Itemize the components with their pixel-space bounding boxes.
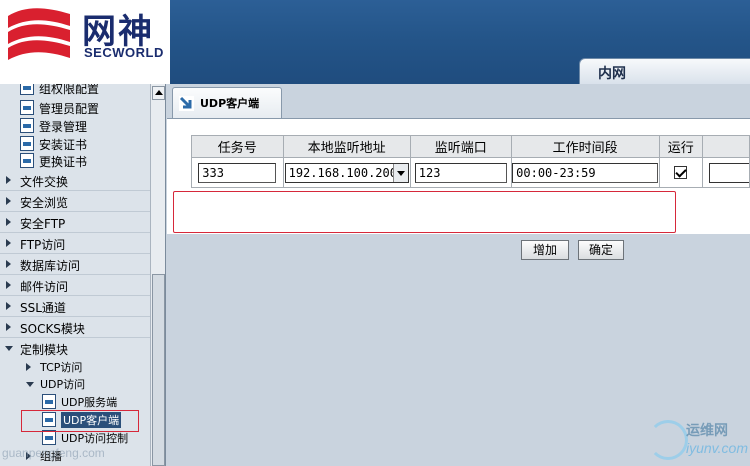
cell-local-address: 192.168.100.200 bbox=[282, 157, 411, 188]
cell-time-range bbox=[510, 157, 660, 188]
watermark-en: iyunv.com bbox=[686, 440, 748, 456]
task-no-input[interactable] bbox=[198, 162, 277, 183]
sidebar-section-custom-module[interactable]: 定制模块 bbox=[0, 338, 150, 359]
expand-arrow-icon bbox=[6, 281, 11, 289]
document-icon bbox=[20, 118, 34, 133]
expand-arrow-icon bbox=[26, 363, 31, 371]
cell-extra bbox=[701, 157, 750, 188]
watermark-ring-icon bbox=[648, 420, 688, 460]
expand-arrow-icon bbox=[6, 323, 11, 331]
logo-mark-icon bbox=[8, 8, 70, 60]
sidebar-section-file-exchange[interactable]: 文件交换 bbox=[0, 170, 150, 191]
expand-arrow-icon bbox=[6, 302, 11, 310]
document-icon bbox=[20, 136, 34, 151]
content-area: 任务号 本地监听地址 监听端口 工作时间段 运行 192.168.100.200 bbox=[167, 118, 750, 260]
expand-arrow-icon bbox=[6, 218, 11, 226]
document-icon bbox=[42, 430, 56, 445]
listen-port-input[interactable] bbox=[414, 162, 507, 183]
extra-input[interactable] bbox=[708, 162, 749, 183]
document-icon bbox=[20, 84, 34, 95]
column-header-listen-port: 监听端口 bbox=[409, 135, 512, 158]
collapse-arrow-icon bbox=[26, 382, 34, 387]
scroll-up-arrow-icon[interactable] bbox=[152, 86, 165, 100]
add-button[interactable]: 增加 bbox=[521, 240, 569, 260]
expand-arrow-icon bbox=[6, 176, 11, 184]
sidebar-section-ftp-access[interactable]: FTP访问 bbox=[0, 233, 150, 254]
column-header-time-range: 工作时间段 bbox=[510, 135, 660, 158]
column-header-task-no: 任务号 bbox=[191, 135, 284, 158]
watermark: 运维网 iyunv.com bbox=[648, 418, 750, 466]
task-table: 任务号 本地监听地址 监听端口 工作时间段 运行 192.168.100.200 bbox=[191, 135, 750, 188]
local-address-select[interactable]: 192.168.100.200 bbox=[284, 162, 409, 183]
cell-listen-port bbox=[409, 157, 512, 188]
tab-strip: UDP客户端 bbox=[167, 84, 750, 118]
tab-label: UDP客户端 bbox=[200, 97, 260, 110]
selected-item-highlight bbox=[21, 410, 139, 432]
sidebar-section-ssl-tunnel[interactable]: SSL通道 bbox=[0, 296, 150, 317]
column-header-extra bbox=[701, 135, 750, 158]
time-range-input[interactable] bbox=[512, 162, 659, 183]
run-checkbox[interactable] bbox=[674, 166, 688, 179]
row-highlight-box bbox=[173, 191, 676, 233]
tab-udp-client[interactable]: UDP客户端 bbox=[172, 87, 282, 118]
dropdown-arrow-icon[interactable] bbox=[392, 163, 408, 182]
sidebar-section-secure-ftp[interactable]: 安全FTP bbox=[0, 212, 150, 233]
brand-name-en: SECWORLD bbox=[84, 45, 164, 60]
cell-task-no bbox=[191, 157, 284, 188]
table-row: 192.168.100.200 bbox=[191, 157, 750, 188]
watermark-cn: 运维网 bbox=[686, 423, 728, 439]
sidebar: 组权限配置 管理员配置 登录管理 安装证书 更换证书 文件交换 安全浏览 安全F… bbox=[0, 84, 166, 466]
expand-arrow-icon bbox=[6, 197, 11, 205]
zone-tab-internal[interactable]: 内网 bbox=[579, 58, 750, 86]
logo: 网神 SECWORLD bbox=[0, 0, 170, 84]
watermark-left: guanpengfeng.com bbox=[2, 446, 105, 460]
table-header-row: 任务号 本地监听地址 监听端口 工作时间段 运行 bbox=[191, 135, 750, 158]
document-icon bbox=[20, 100, 34, 115]
sidebar-section-secure-browse[interactable]: 安全浏览 bbox=[0, 191, 150, 212]
sidebar-section-socks-module[interactable]: SOCKS模块 bbox=[0, 317, 150, 338]
collapse-arrow-icon bbox=[5, 346, 13, 351]
expand-arrow-icon bbox=[6, 260, 11, 268]
sidebar-scrollbar[interactable] bbox=[150, 84, 165, 466]
main-panel: UDP客户端 任务号 本地监听地址 监听端口 工作时间段 运行 333 192.… bbox=[167, 84, 750, 466]
app-header: 网神 SECWORLD 内网 bbox=[0, 0, 750, 86]
sidebar-nav: 组权限配置 管理员配置 登录管理 安装证书 更换证书 文件交换 安全浏览 安全F… bbox=[0, 84, 150, 466]
column-header-local-address: 本地监听地址 bbox=[282, 135, 411, 158]
column-header-run: 运行 bbox=[658, 135, 703, 158]
confirm-button[interactable]: 确定 bbox=[578, 240, 624, 260]
arrow-down-right-icon bbox=[179, 96, 194, 111]
zone-tab-label: 内网 bbox=[598, 66, 626, 82]
document-icon bbox=[42, 394, 56, 409]
scrollbar-thumb[interactable] bbox=[152, 274, 165, 466]
sidebar-section-mail-access[interactable]: 邮件访问 bbox=[0, 275, 150, 296]
expand-arrow-icon bbox=[6, 239, 11, 247]
sidebar-section-database-access[interactable]: 数据库访问 bbox=[0, 254, 150, 275]
local-address-value: 192.168.100.200 bbox=[288, 165, 397, 180]
document-icon bbox=[20, 153, 34, 168]
cell-run bbox=[658, 157, 703, 188]
